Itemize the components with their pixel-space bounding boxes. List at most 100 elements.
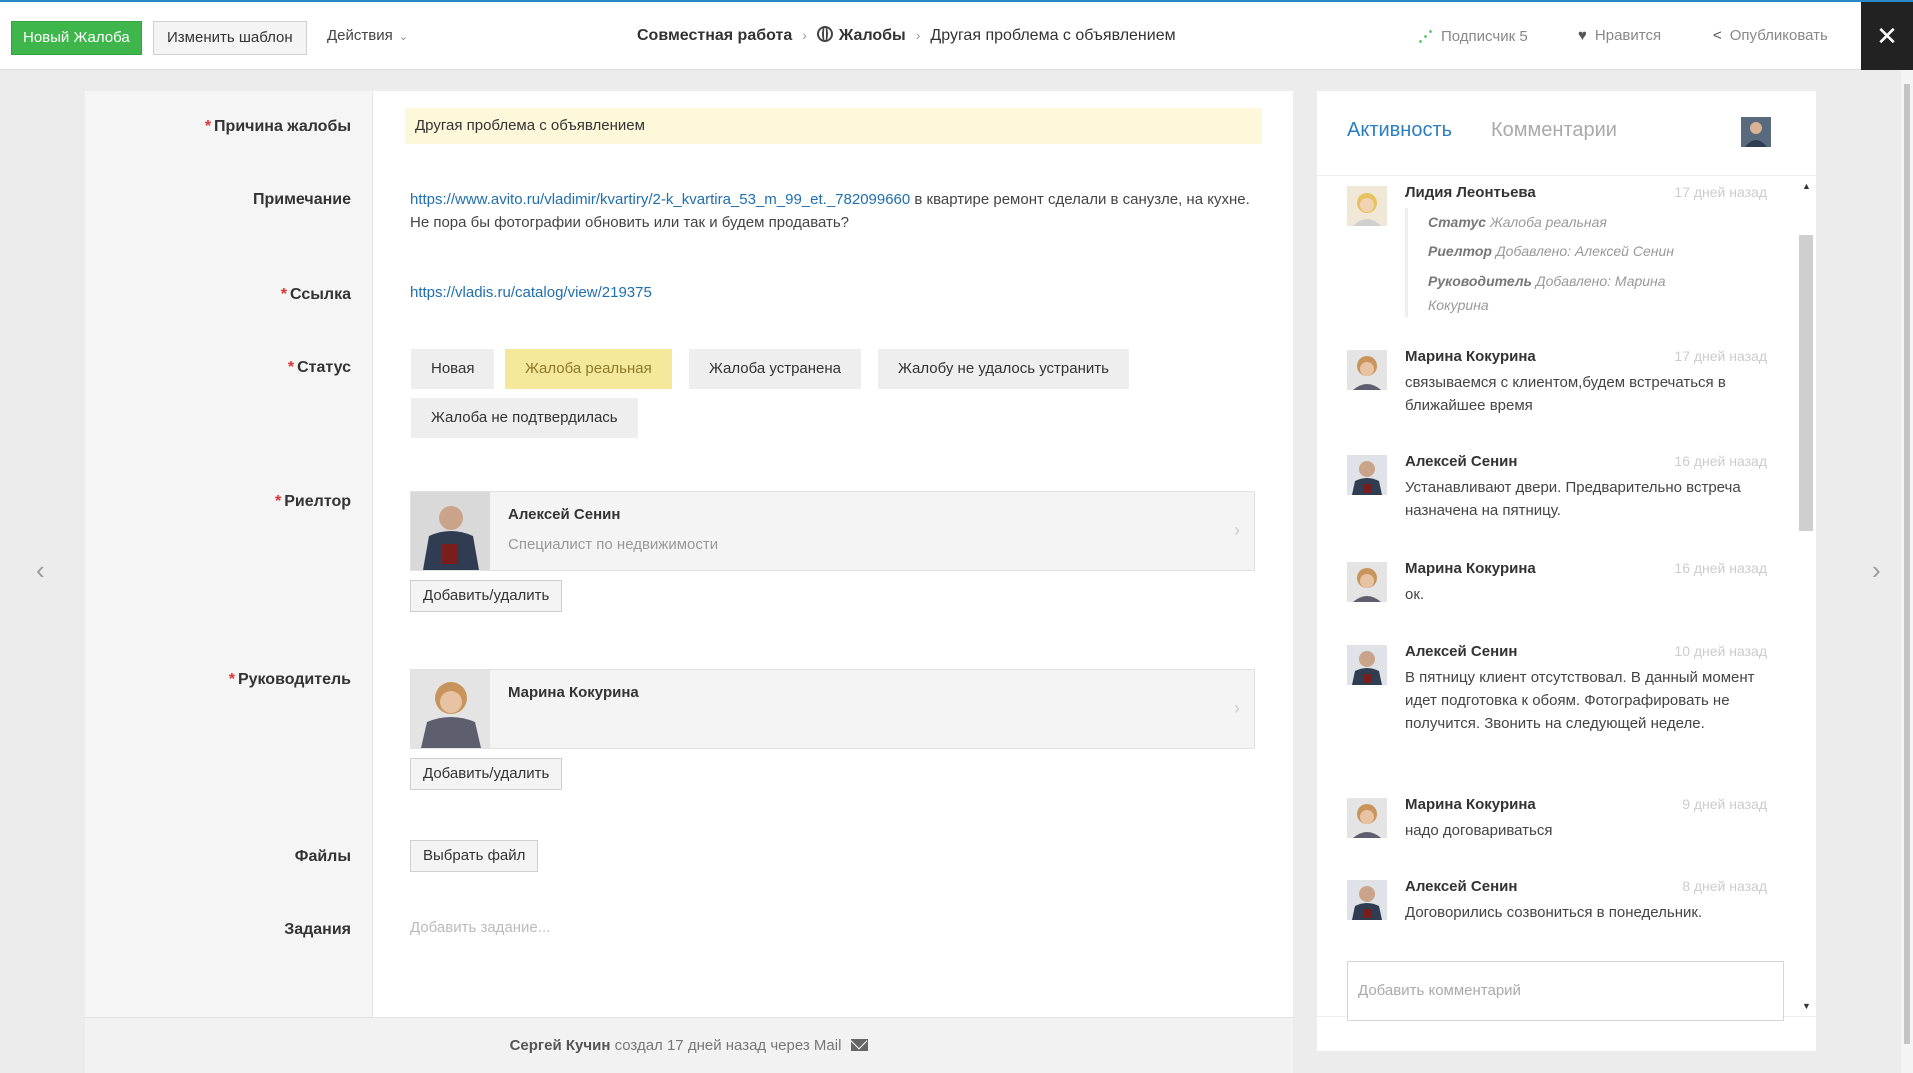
manager-add-remove-button[interactable]: Добавить/удалить bbox=[410, 758, 563, 790]
breadcrumb-current: Другая проблема с объявлением bbox=[930, 27, 1176, 44]
realtor-photo bbox=[411, 492, 490, 570]
label-column bbox=[85, 91, 373, 1017]
current-user-avatar[interactable] bbox=[1741, 117, 1771, 147]
reason-label: * Причина жалобы bbox=[204, 118, 351, 135]
entry-text: В пятницу клиент отсутствовал. В данный … bbox=[1405, 669, 1755, 732]
feed-scrollbar[interactable]: ▲ ▼ bbox=[1798, 175, 1814, 1017]
avatar bbox=[1347, 350, 1387, 390]
add-task-input[interactable]: Добавить задание... bbox=[410, 919, 550, 936]
entry-text: ок. bbox=[1405, 586, 1425, 603]
actions-menu-label: Действия bbox=[327, 27, 393, 44]
status-option-not-confirmed[interactable]: Жалоба не подтвердилась bbox=[411, 398, 638, 438]
link-label: * Ссылка bbox=[280, 286, 351, 303]
choose-file-button[interactable]: Выбрать файл bbox=[410, 840, 539, 872]
avatar bbox=[1347, 880, 1387, 920]
entry-author[interactable]: Марина Кокурина bbox=[1405, 560, 1536, 577]
add-comment-input[interactable]: Добавить комментарий bbox=[1347, 961, 1784, 1021]
chevron-right-icon: › bbox=[1234, 520, 1240, 540]
avatar bbox=[1347, 186, 1387, 226]
activity-panel: Активность Комментарии Лидия Леонтьева 1… bbox=[1317, 91, 1816, 1051]
close-icon[interactable]: ✕ bbox=[1861, 2, 1913, 70]
reason-field[interactable]: Другая проблема с объявлением bbox=[405, 108, 1262, 144]
subscribers-label: Подписчик bbox=[1441, 28, 1516, 45]
entry-author[interactable]: Лидия Леонтьева bbox=[1405, 184, 1536, 201]
tab-activity[interactable]: Активность bbox=[1347, 119, 1452, 142]
manager-photo bbox=[411, 670, 490, 748]
heart-icon: ♥ bbox=[1578, 27, 1587, 44]
created-text: создал 17 дней назад через Mail bbox=[614, 1037, 842, 1054]
status-option-resolved[interactable]: Жалоба устранена bbox=[689, 349, 862, 389]
detail-line: Руководитель Добавлено: Марина Кокурина bbox=[1428, 273, 1666, 313]
status-label: * Статус bbox=[287, 359, 351, 376]
status-option-real[interactable]: Жалоба реальная bbox=[505, 349, 672, 389]
entry-time: 16 дней назад bbox=[1674, 453, 1767, 469]
chevron-right-icon[interactable]: › bbox=[1872, 555, 1881, 586]
chevron-right-icon: › bbox=[1234, 698, 1240, 718]
chevron-down-icon: ⌄ bbox=[398, 31, 408, 43]
entry-author[interactable]: Марина Кокурина bbox=[1405, 796, 1536, 813]
manager-card[interactable]: Марина Кокурина › bbox=[410, 669, 1255, 749]
avatar bbox=[1347, 798, 1387, 838]
entry-details: Статус Жалоба реальная Риелтор Добавлено… bbox=[1405, 208, 1705, 317]
tasks-label: Задания bbox=[284, 921, 351, 938]
breadcrumb-separator-icon: › bbox=[802, 27, 807, 43]
scroll-up-icon[interactable]: ▲ bbox=[1802, 181, 1811, 191]
files-label: Файлы bbox=[294, 848, 351, 865]
entry-author[interactable]: Марина Кокурина bbox=[1405, 348, 1536, 365]
entry-text: Договорились созвониться в понедельник. bbox=[1405, 904, 1703, 921]
scrollbar-thumb[interactable] bbox=[1799, 235, 1813, 531]
status-option-new[interactable]: Новая bbox=[411, 349, 495, 389]
entry-time: 16 дней назад bbox=[1674, 560, 1767, 576]
author-name[interactable]: Сергей Кучин bbox=[510, 1037, 611, 1054]
note-label: Примечание bbox=[252, 191, 351, 208]
note-value: https://www.avito.ru/vladimir/kvartiry/2… bbox=[410, 188, 1270, 234]
realtor-role: Специалист по недвижимости bbox=[508, 536, 719, 553]
activity-feed: Лидия Леонтьева 17 дней назад Статус Жал… bbox=[1317, 175, 1816, 1017]
entry-author[interactable]: Алексей Сенин bbox=[1405, 878, 1517, 895]
like-label: Нравится bbox=[1594, 27, 1662, 44]
tab-comments[interactable]: Комментарии bbox=[1491, 119, 1617, 142]
detail-line: Риелтор Добавлено: Алексей Сенин bbox=[1428, 243, 1674, 259]
realtor-label: * Риелтор bbox=[275, 493, 351, 510]
chevron-left-icon[interactable]: ‹ bbox=[36, 555, 45, 586]
breadcrumb-item[interactable]: Совместная работа bbox=[637, 27, 792, 44]
breadcrumb-separator-icon: › bbox=[915, 27, 921, 43]
publish-label: Опубликовать bbox=[1729, 27, 1828, 44]
like-button[interactable]: ♥ Нравится bbox=[1578, 27, 1661, 44]
manager-name: Марина Кокурина bbox=[508, 684, 639, 701]
note-link[interactable]: https://www.avito.ru/vladimir/kvartiry/2… bbox=[410, 191, 910, 208]
entry-text: связываемся с клиентом,будем встречаться… bbox=[1405, 374, 1726, 414]
globe-icon bbox=[816, 26, 833, 42]
created-by-footer: Сергей Кучин создал 17 дней назад через … bbox=[85, 1017, 1293, 1073]
catalog-link[interactable]: https://vladis.ru/catalog/view/219375 bbox=[410, 284, 652, 301]
breadcrumb-item[interactable]: Жалобы bbox=[839, 27, 906, 44]
entry-time: 8 дней назад bbox=[1682, 878, 1767, 894]
edit-template-button[interactable]: Изменить шаблон bbox=[153, 21, 307, 55]
avatar bbox=[1347, 455, 1387, 495]
entry-text: Устанавливают двери. Предварительно встр… bbox=[1405, 479, 1741, 519]
page-scrollbar-thumb[interactable] bbox=[1904, 84, 1910, 1044]
entry-time: 10 дней назад bbox=[1674, 643, 1767, 659]
entry-author[interactable]: Алексей Сенин bbox=[1405, 453, 1517, 470]
avatar bbox=[1347, 645, 1387, 685]
link-value: https://vladis.ru/catalog/view/219375 bbox=[410, 284, 652, 301]
scroll-down-icon[interactable]: ▼ bbox=[1802, 1001, 1811, 1011]
subscribe-button[interactable]: ⋰ Подписчик 5 bbox=[1418, 27, 1528, 45]
entry-text: надо договариваться bbox=[1405, 822, 1553, 839]
entry-author[interactable]: Алексей Сенин bbox=[1405, 643, 1517, 660]
actions-menu[interactable]: Действия ⌄ bbox=[327, 27, 408, 44]
new-complaint-button[interactable]: Новый Жалоба bbox=[11, 21, 142, 55]
detail-line: Статус Жалоба реальная bbox=[1428, 214, 1607, 230]
realtor-add-remove-button[interactable]: Добавить/удалить bbox=[410, 580, 563, 612]
status-option-not-resolved[interactable]: Жалобу не удалось устранить bbox=[878, 349, 1129, 389]
avatar bbox=[1347, 562, 1387, 602]
breadcrumb: Совместная работа › Жалобы › Другая проблема… bbox=[637, 26, 1176, 45]
share-icon: < bbox=[1713, 27, 1722, 44]
realtor-card[interactable]: Алексей Сенин Специалист по недвижимости… bbox=[410, 491, 1255, 571]
entry-time: 17 дней назад bbox=[1674, 184, 1767, 200]
entry-time: 17 дней назад bbox=[1674, 348, 1767, 364]
entry-time: 9 дней назад bbox=[1682, 796, 1767, 812]
manager-label: * Руководитель bbox=[228, 671, 351, 688]
publish-button[interactable]: < Опубликовать bbox=[1713, 27, 1828, 44]
page-scrollbar[interactable] bbox=[1901, 70, 1913, 1073]
